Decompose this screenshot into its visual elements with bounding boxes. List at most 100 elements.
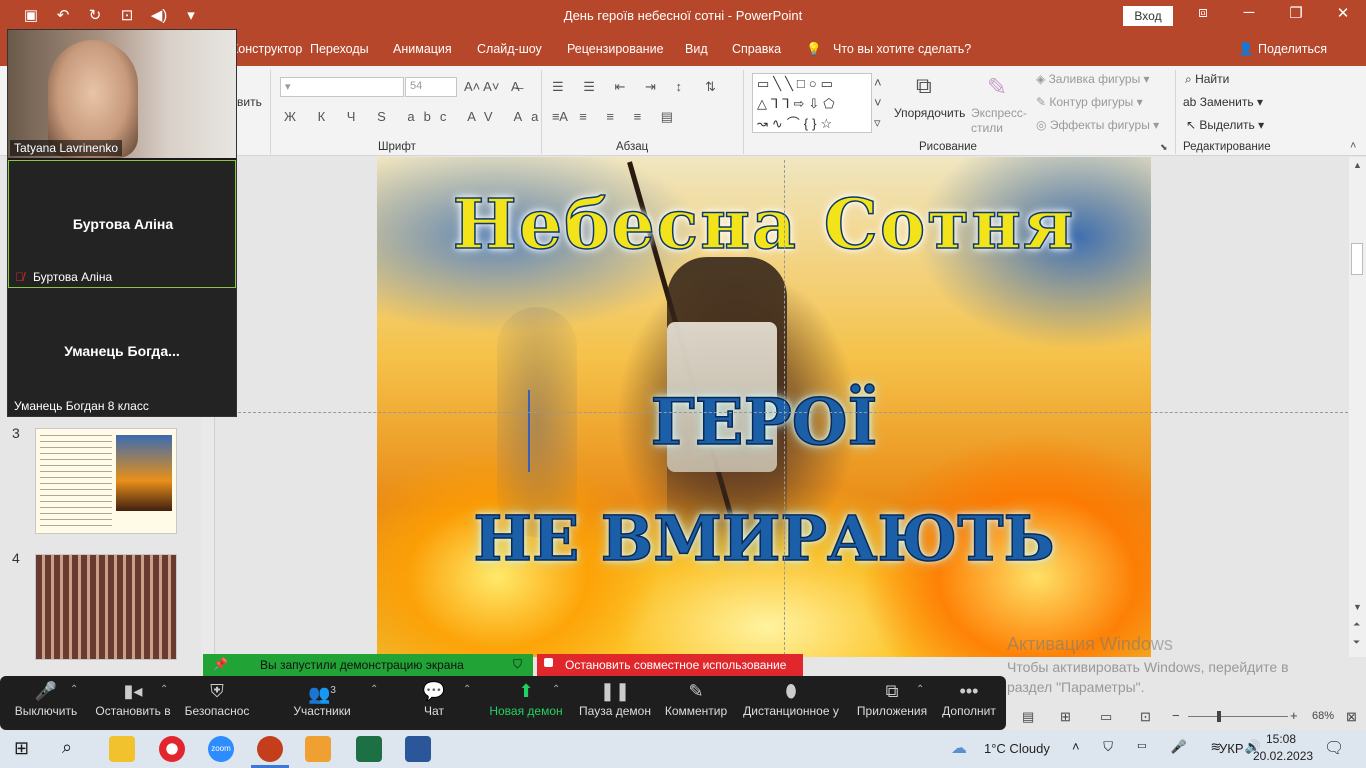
powerpoint-taskbar-icon[interactable]	[257, 736, 283, 762]
slideshow-icon[interactable]: ⊡	[1140, 709, 1151, 725]
stop-share-button[interactable]: Остановить совместное использование	[537, 654, 803, 676]
excel-icon[interactable]	[356, 736, 382, 762]
language-indicator[interactable]: УКР	[1219, 741, 1244, 756]
sign-in-button[interactable]: Вход	[1123, 6, 1173, 26]
slide-canvas[interactable]: Небесна Сотня ГЕРОЇ НЕ ВМИРАЮТЬ	[377, 157, 1151, 657]
clock-time[interactable]: 15:08	[1266, 732, 1296, 746]
select-label: Выделить	[1199, 118, 1255, 132]
select-button[interactable]: ↖ Выделить ▾	[1186, 118, 1264, 132]
previous-slide-icon[interactable]: ⏶	[1353, 619, 1360, 630]
chevron-up-icon[interactable]: ⌃	[552, 684, 560, 695]
chevron-up-icon[interactable]: ⌃	[916, 684, 924, 695]
next-slide-icon[interactable]: ⏷	[1353, 637, 1360, 648]
remote-control-button[interactable]: ⬮ Дистанционное у	[741, 676, 841, 730]
clock-date[interactable]: 20.02.2023	[1253, 749, 1313, 763]
media-player-icon[interactable]	[305, 736, 331, 762]
arrange-button[interactable]: Упорядочить	[894, 106, 965, 120]
slide-thumbnail-4[interactable]	[35, 554, 177, 660]
security-button[interactable]: ⛨ Безопаснос	[180, 676, 254, 730]
participant-tile-burtova[interactable]: Буртова Аліна 🎙̸ Буртова Аліна	[8, 160, 236, 288]
close-icon[interactable]: ✕	[1320, 4, 1366, 22]
paragraph-group-label: Абзац	[616, 141, 649, 153]
arrange-icon[interactable]: ⧉	[916, 73, 932, 99]
chevron-up-icon[interactable]: ⌃	[160, 684, 168, 695]
tab-slideshow[interactable]: Слайд-шоу	[477, 42, 542, 56]
participant-video-tatyana[interactable]: Tatyana Lavrinenko	[8, 30, 236, 158]
vertical-scrollbar[interactable]: ▲ ▼ ⏶ ⏷	[1349, 157, 1366, 657]
weather-text[interactable]: 1°C Cloudy	[984, 741, 1050, 756]
text-direction-icon[interactable]: ⇅	[705, 79, 716, 95]
chevron-up-icon[interactable]: ⌃	[70, 684, 78, 695]
pause-share-button[interactable]: ❚❚ Пауза демон	[576, 676, 654, 730]
scroll-down-icon[interactable]: ▼	[1353, 602, 1362, 612]
drawing-group-label: Рисование	[919, 141, 977, 153]
list-icons[interactable]: ☰ ☰ ⇤ ⇥ ↕	[552, 79, 690, 95]
participants-button[interactable]: 👥3 Участники	[288, 676, 356, 730]
tab-help[interactable]: Справка	[732, 42, 781, 56]
slide-never-die-text[interactable]: НЕ ВМИРАЮТЬ	[377, 501, 1151, 576]
slide-sorter-icon[interactable]: ⊞	[1060, 709, 1071, 725]
notification-icon[interactable]: 🗨	[1324, 738, 1344, 758]
quick-styles-icon[interactable]: ✎	[987, 73, 1007, 102]
annotate-button[interactable]: ✎ Комментир	[662, 676, 730, 730]
chat-button[interactable]: 💬 Чат	[414, 676, 454, 730]
quick-styles-button[interactable]: Экспресс- стили	[971, 106, 1031, 136]
font-size-combo[interactable]: 54	[405, 77, 457, 97]
zoom-level[interactable]: 68%	[1312, 710, 1334, 722]
clear-format-icon[interactable]: A̶	[511, 79, 520, 94]
shapes-gallery[interactable]: ▭╲╲□○▭ △⅂⅂⇨⇩⬠ ↝∿⌒{}☆	[752, 73, 872, 133]
zoom-app-icon[interactable]: zoom	[208, 736, 234, 762]
more-button[interactable]: ••• Дополнит	[938, 676, 1000, 730]
participant-tile-umanets[interactable]: Уманець Богда... Уманець Богдан 8 класс	[8, 288, 236, 416]
opera-icon[interactable]	[159, 736, 185, 762]
maximize-icon[interactable]: ❐	[1273, 4, 1319, 22]
activation-watermark-text: Чтобы активировать Windows, перейдите в …	[1007, 659, 1289, 695]
grow-font-icon[interactable]: A˄ A˅	[464, 79, 499, 94]
collapse-ribbon-icon[interactable]: ˄	[1350, 140, 1356, 152]
slide-thumbnail-3[interactable]	[35, 428, 177, 534]
file-explorer-icon[interactable]	[109, 736, 135, 762]
minimize-icon[interactable]: ─	[1226, 4, 1272, 21]
font-name-combo[interactable]: ▾	[280, 77, 404, 97]
tell-me-box[interactable]: Что вы хотите сделать?	[833, 42, 971, 56]
font-format-icons[interactable]: Ж К Ч S abc AV Aa A	[284, 109, 577, 124]
chevron-up-icon[interactable]: ⌃	[463, 684, 471, 695]
align-icons[interactable]: ≡ ≡ ≡ ≡ ▤	[552, 109, 681, 125]
share-person-icon: 👤	[1238, 42, 1254, 56]
chevron-up-icon[interactable]: ⌃	[370, 684, 378, 695]
shapes-scroll-icons[interactable]: ˄ ˅ ▿	[874, 73, 882, 133]
shape-fill-button[interactable]: ◈ Заливка фигуры ▾	[1036, 72, 1150, 86]
normal-view-icon[interactable]: ▤	[1022, 709, 1034, 725]
slide-title[interactable]: Небесна Сотня	[377, 184, 1151, 266]
tab-design[interactable]: Конструктор	[231, 42, 302, 56]
tab-transitions[interactable]: Переходы	[310, 42, 369, 56]
zoom-in-icon[interactable]: +	[1290, 708, 1298, 723]
find-button[interactable]: ⌕ Найти	[1185, 72, 1229, 87]
ribbon-display-icon[interactable]: ⧈	[1180, 4, 1226, 21]
scroll-thumb[interactable]	[1351, 243, 1363, 275]
scroll-up-icon[interactable]: ▲	[1353, 160, 1362, 170]
pause-icon: ❚❚	[599, 681, 631, 701]
reading-view-icon[interactable]: ▭	[1100, 709, 1112, 725]
shape-effects-button[interactable]: ◎ Эффекты фигуры ▾	[1036, 118, 1159, 132]
paste-button-label[interactable]: вить	[237, 95, 262, 109]
tab-animations[interactable]: Анимация	[393, 42, 452, 56]
zoom-out-icon[interactable]: −	[1172, 708, 1180, 723]
shield-check-icon: ⛉	[513, 657, 523, 671]
shape-outline-button[interactable]: ✎ Контур фигуры ▾	[1036, 95, 1143, 109]
windows-start-icon[interactable]: ⊞	[14, 738, 29, 759]
drawing-launcher-icon[interactable]: ⬊	[1160, 142, 1168, 153]
replace-button[interactable]: ab Заменить ▾	[1183, 95, 1263, 109]
fit-slide-icon[interactable]: ⊠	[1346, 709, 1357, 725]
sharing-banner[interactable]: 📌 Вы запустили демонстрацию экрана ⛉	[203, 654, 533, 676]
zoom-slider-thumb[interactable]	[1217, 711, 1221, 722]
share-button[interactable]: Поделиться	[1258, 42, 1327, 56]
pen-icon: ✎	[688, 681, 704, 701]
slide-number: 3	[12, 425, 20, 441]
word-icon[interactable]	[405, 736, 431, 762]
search-icon[interactable]: ⌕	[62, 737, 72, 758]
tab-view[interactable]: Вид	[685, 42, 708, 56]
slide-heroes-text[interactable]: ГЕРОЇ	[377, 384, 1151, 461]
zoom-slider[interactable]	[1188, 716, 1288, 717]
tab-review[interactable]: Рецензирование	[567, 42, 664, 56]
